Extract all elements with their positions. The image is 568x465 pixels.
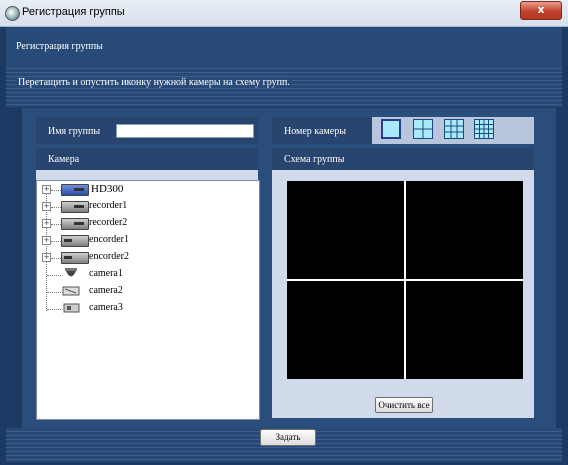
recorder-icon bbox=[61, 201, 89, 213]
clear-all-button[interactable]: Очистить все bbox=[375, 397, 433, 413]
tree-item[interactable]: camera2 bbox=[37, 284, 257, 300]
group-map-grid[interactable] bbox=[287, 181, 523, 379]
grid-16-icon bbox=[475, 120, 493, 138]
tree-item[interactable]: camera1 bbox=[37, 267, 257, 283]
camera-panel-title: Камера bbox=[48, 154, 80, 165]
window-titlebar: Регистрация группы x bbox=[0, 0, 568, 27]
page-title: Регистрация группы bbox=[16, 41, 103, 52]
camera-number-bar: Номер камеры bbox=[272, 117, 534, 144]
box-camera-icon bbox=[62, 286, 80, 296]
camera-tree[interactable]: + HD300 + recorder1 + recorder2 + encord… bbox=[36, 180, 260, 420]
camera-app-icon bbox=[5, 6, 20, 21]
bullet-camera-icon bbox=[63, 303, 80, 313]
layout-9-screen-button[interactable] bbox=[444, 119, 464, 139]
dome-camera-icon bbox=[65, 268, 77, 277]
group-map-title: Схема группы bbox=[284, 154, 345, 165]
expand-icon[interactable]: + bbox=[42, 219, 51, 228]
recorder-icon bbox=[61, 218, 89, 230]
grid-4-icon bbox=[414, 120, 432, 138]
camera-number-label: Номер камеры bbox=[284, 126, 346, 137]
recorder-blue-icon bbox=[61, 184, 89, 196]
instruction-band: Перетащить и опустить иконку нужной каме… bbox=[6, 65, 562, 107]
layout-16-screen-button[interactable] bbox=[474, 119, 494, 139]
tree-item[interactable]: + encorder2 bbox=[37, 250, 257, 266]
map-cell[interactable] bbox=[287, 281, 404, 379]
encoder-icon bbox=[61, 235, 89, 247]
layout-1-screen-button[interactable] bbox=[381, 119, 401, 139]
tree-item[interactable]: + recorder1 bbox=[37, 199, 257, 215]
group-name-label: Имя группы bbox=[48, 126, 101, 137]
grid-9-icon bbox=[445, 120, 463, 138]
instruction-text: Перетащить и опустить иконку нужной каме… bbox=[16, 77, 292, 88]
map-cell[interactable] bbox=[406, 181, 523, 279]
map-cell[interactable] bbox=[406, 281, 523, 379]
expand-icon[interactable]: + bbox=[42, 253, 51, 262]
header-band: Регистрация группы bbox=[6, 27, 562, 65]
camera-panel-header: Камера bbox=[36, 148, 258, 170]
tree-item[interactable]: + recorder2 bbox=[37, 216, 257, 232]
close-button[interactable]: x bbox=[520, 1, 562, 20]
group-map-header: Схема группы bbox=[272, 148, 534, 170]
expand-icon[interactable]: + bbox=[42, 236, 51, 245]
tree-item[interactable]: + encorder1 bbox=[37, 233, 257, 249]
expand-icon[interactable]: + bbox=[42, 202, 51, 211]
tree-item[interactable]: + HD300 bbox=[37, 182, 257, 198]
set-button[interactable]: Задать bbox=[260, 429, 316, 446]
encoder-icon bbox=[61, 252, 89, 264]
group-name-input[interactable] bbox=[116, 124, 254, 138]
layout-4-screen-button[interactable] bbox=[413, 119, 433, 139]
expand-icon[interactable]: + bbox=[42, 185, 51, 194]
map-cell[interactable] bbox=[287, 181, 404, 279]
tree-item[interactable]: camera3 bbox=[37, 301, 257, 317]
window-title: Регистрация группы bbox=[22, 6, 125, 18]
